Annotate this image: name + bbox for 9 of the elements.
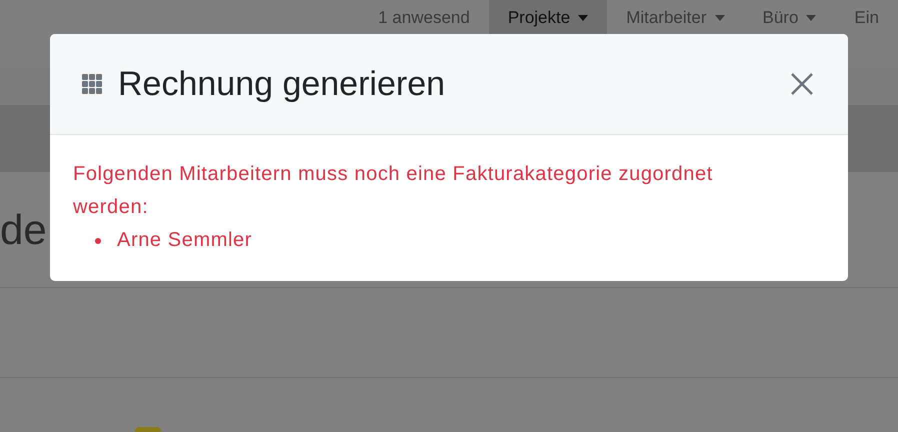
bullet-icon xyxy=(95,238,101,244)
employee-name: Arne Semmler xyxy=(117,228,252,253)
nav-tab[interactable]: Ein xyxy=(835,0,898,68)
error-message: Folgenden Mitarbeitern muss noch eine Fakturakategorie zugordnet werden: xyxy=(73,162,714,220)
nav-tab[interactable]: Mitarbeiter xyxy=(607,0,744,68)
close-icon xyxy=(790,72,814,96)
grid-icon xyxy=(82,74,102,94)
nav-tab[interactable]: Büro xyxy=(744,0,836,68)
page-heading: de xyxy=(0,206,47,254)
